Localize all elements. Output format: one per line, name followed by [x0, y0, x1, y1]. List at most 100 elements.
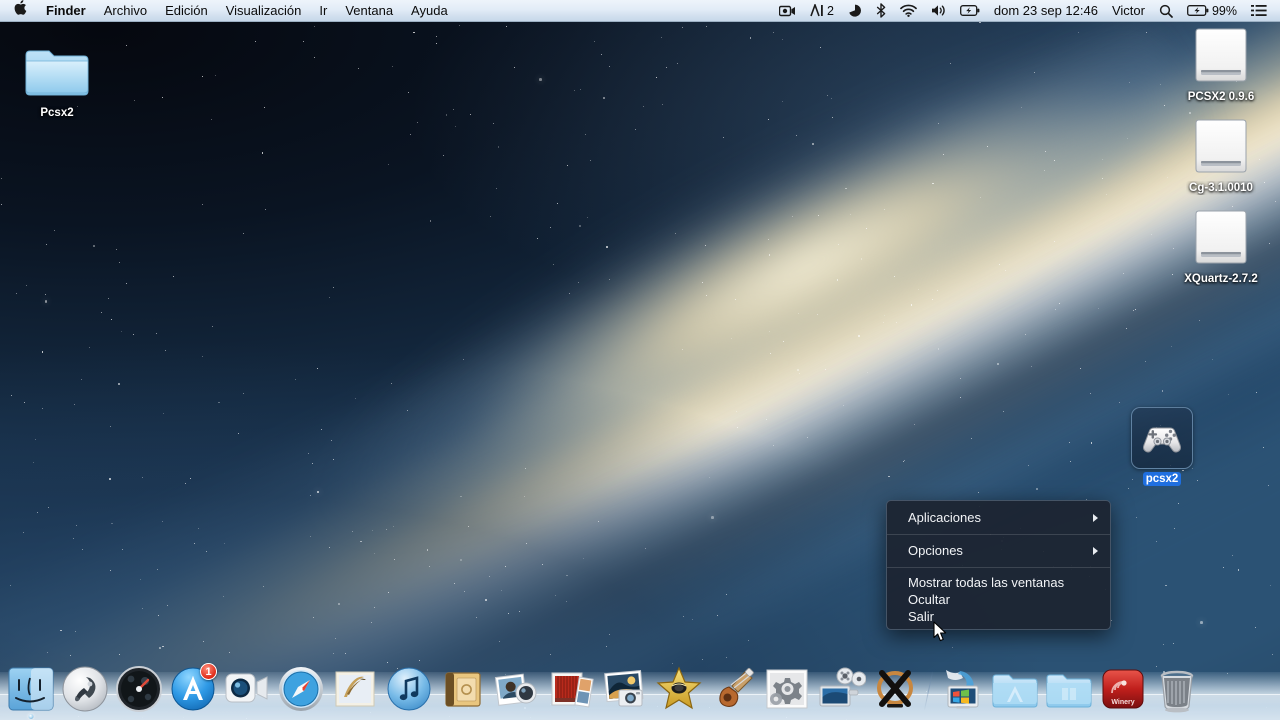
context-menu-item-salir[interactable]: Salir: [887, 608, 1110, 625]
dock-item-itunes[interactable]: [382, 658, 436, 714]
dock-item-safari[interactable]: [274, 658, 328, 714]
app-store-icon: 1: [168, 663, 218, 714]
dock-item-dashboard[interactable]: [112, 658, 166, 714]
menu-bar-user[interactable]: Victor: [1105, 0, 1152, 22]
dock-item-quicktime[interactable]: [814, 658, 868, 714]
launchpad-icon: [60, 664, 110, 714]
context-menu-label: Opciones: [908, 543, 963, 558]
dropbox-icon[interactable]: [841, 0, 869, 22]
trash-icon: [1152, 664, 1202, 714]
idvd-icon: [546, 664, 596, 714]
menu-finder[interactable]: Finder: [37, 0, 95, 22]
context-menu-label: Ocultar: [908, 592, 950, 607]
dock-running-indicator: [28, 714, 34, 719]
wifi-icon[interactable]: [893, 0, 924, 22]
context-menu-label: Aplicaciones: [908, 510, 981, 525]
menu-bar: Finder Archivo Edición Visualización Ir …: [0, 0, 1280, 22]
dock-item-trash[interactable]: [1150, 658, 1204, 714]
menu-ir[interactable]: Ir: [310, 0, 336, 22]
context-menu-item-mostrar-ventanas[interactable]: Mostrar todas las ventanas: [887, 574, 1110, 591]
dock-item-garageband[interactable]: [706, 658, 760, 714]
winery-icon: Winery: [1098, 664, 1148, 714]
dock-item-winery[interactable]: Winery: [1096, 658, 1150, 714]
guitar-icon: [708, 664, 758, 714]
menu-bar-left: Finder Archivo Edición Visualización Ir …: [0, 0, 457, 22]
dock-separator: [922, 668, 934, 714]
desktop-icon-xquartz-volume[interactable]: XQuartz-2.7.2: [1173, 204, 1269, 291]
bluetooth-icon[interactable]: [869, 0, 893, 22]
dock-item-finder[interactable]: [4, 658, 58, 719]
book-icon: [438, 664, 488, 714]
chevron-right-icon: [1093, 514, 1098, 522]
context-menu-item-aplicaciones[interactable]: Aplicaciones: [887, 504, 1110, 532]
context-menu-separator: [887, 534, 1110, 535]
windows-icon: [936, 664, 986, 714]
folder-icon: [9, 38, 105, 106]
menu-visualizacion[interactable]: Visualización: [217, 0, 311, 22]
disk-image-icon: [1173, 204, 1269, 272]
finder-icon: [6, 664, 56, 719]
desktop-icon-label: Cg-3.1.0010: [1189, 182, 1253, 194]
disk-image-icon: [1173, 113, 1269, 181]
screen-recording-icon[interactable]: [772, 0, 803, 22]
dashboard-icon: [114, 664, 164, 714]
dock-item-applications-folder[interactable]: [988, 658, 1042, 714]
desktop-icon-label: pcsx2: [1142, 472, 1182, 486]
dock-item-windows-vm[interactable]: [934, 658, 988, 714]
svg-text:Winery: Winery: [1111, 699, 1134, 706]
gamepad-icon: [1114, 404, 1210, 472]
context-menu-label: Mostrar todas las ventanas: [908, 575, 1065, 590]
menu-ventana[interactable]: Ventana: [336, 0, 402, 22]
app-store-badge: 1: [200, 663, 217, 680]
notification-center-icon[interactable]: [1244, 0, 1274, 22]
context-menu-item-opciones[interactable]: Opciones: [887, 537, 1110, 565]
dock-item-xquartz[interactable]: [868, 658, 922, 714]
dock-item-idvd[interactable]: [544, 658, 598, 714]
dock-context-menu: Aplicaciones Opciones Mostrar todas las …: [886, 500, 1111, 630]
menu-ayuda[interactable]: Ayuda: [402, 0, 457, 22]
itunes-icon: [384, 664, 434, 714]
search-icon[interactable]: [1152, 0, 1180, 22]
gears-icon: [762, 664, 812, 714]
battery-percent: 99%: [1211, 3, 1237, 18]
dock-item-documents-folder[interactable]: [1042, 658, 1096, 714]
chevron-right-icon: [1093, 547, 1098, 555]
context-menu-label: Salir: [908, 609, 935, 624]
facetime-icon: [222, 664, 272, 714]
dock-items: 1 Winery: [0, 652, 1280, 719]
desktop-icon-cg-volume[interactable]: Cg-3.1.0010: [1173, 113, 1269, 200]
desktop-icon-label: Pcsx2: [40, 107, 74, 119]
power-adapter-icon[interactable]: [953, 0, 987, 22]
dock-item-photo-booth[interactable]: [490, 658, 544, 714]
activity-count: 2: [826, 3, 834, 18]
mail-icon: [330, 664, 380, 714]
safari-icon: [276, 664, 326, 714]
dock-item-imovie[interactable]: [652, 658, 706, 714]
menu-bar-clock[interactable]: dom 23 sep 12:46: [987, 0, 1105, 22]
menu-bar-status-area: 2 dom 23 sep 12:46 Victor 99%: [772, 0, 1280, 22]
dock-item-system-preferences[interactable]: [760, 658, 814, 714]
desktop-icon-pcsx2-app[interactable]: pcsx2: [1114, 404, 1210, 491]
context-menu-separator: [887, 567, 1110, 568]
dock-item-launchpad[interactable]: [58, 658, 112, 714]
activity-graph-icon[interactable]: 2: [803, 0, 841, 22]
battery-icon[interactable]: 99%: [1180, 0, 1244, 22]
dock-item-facetime[interactable]: [220, 658, 274, 714]
mouse-cursor: [933, 621, 948, 643]
dock-item-app-store[interactable]: 1: [166, 658, 220, 714]
photo-booth-icon: [492, 664, 542, 714]
desktop-icon-pcsx2-volume[interactable]: PCSX2 0.9.6: [1173, 22, 1269, 109]
context-menu-item-ocultar[interactable]: Ocultar: [887, 591, 1110, 608]
desktop-icon-pcsx2-folder[interactable]: Pcsx2: [9, 38, 105, 125]
dock-item-mail[interactable]: [328, 658, 382, 714]
menu-archivo[interactable]: Archivo: [95, 0, 156, 22]
volume-icon[interactable]: [924, 0, 953, 22]
dock-item-iphoto[interactable]: [598, 658, 652, 714]
folder-icon: [990, 664, 1040, 714]
apple-logo-icon[interactable]: [0, 0, 37, 22]
dock-item-ibooks[interactable]: [436, 658, 490, 714]
folder-icon: [1044, 664, 1094, 714]
menu-edicion[interactable]: Edición: [156, 0, 217, 22]
imovie-star-icon: [654, 664, 704, 714]
desktop-icon-label: XQuartz-2.7.2: [1184, 273, 1258, 285]
